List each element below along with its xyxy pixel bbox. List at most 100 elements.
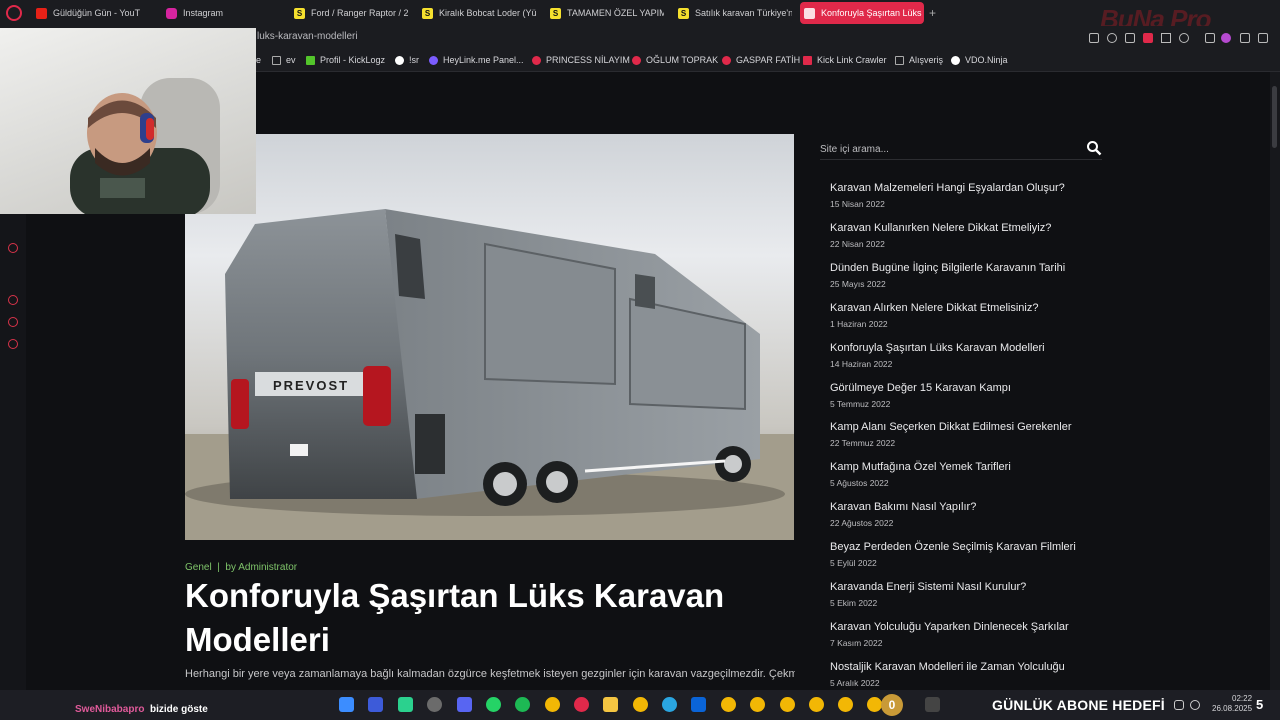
tab-label: Satılık karavan Türkiye'ni — [695, 8, 792, 18]
search-input[interactable] — [820, 140, 1080, 158]
recent-post-item[interactable]: Kamp Alanı Seçerken Dikkat Edilmesi Gere… — [830, 421, 1130, 448]
post-date: 22 Temmuz 2022 — [830, 438, 896, 448]
network-icon[interactable] — [1174, 700, 1184, 710]
sidebar-extensions-icon[interactable] — [8, 317, 18, 327]
kick-icon — [306, 55, 315, 65]
tab-bobcat[interactable]: S Kiralık Bobcat Loder (Yük — [418, 2, 536, 24]
opera-icon[interactable] — [574, 697, 589, 712]
terminal-icon[interactable] — [925, 697, 940, 712]
new-tab-button[interactable]: + — [929, 6, 936, 20]
chrome-icon[interactable] — [809, 697, 824, 712]
bookmark-gaspar[interactable]: GASPAR FATİH — [722, 55, 800, 65]
post-title[interactable]: Nostaljik Karavan Modelleri ile Zaman Yo… — [830, 661, 1130, 673]
post-title[interactable]: Karavan Bakımı Nasıl Yapılır? — [830, 501, 1130, 513]
player-icon[interactable] — [1161, 33, 1171, 43]
post-title[interactable]: Dünden Bugüne İlginç Bilgilerle Karavanı… — [830, 262, 1130, 274]
sahibinden-icon: S — [294, 7, 305, 19]
volume-icon[interactable] — [1190, 700, 1200, 710]
recent-post-item[interactable]: Dünden Bugüne İlginç Bilgilerle Karavanı… — [830, 262, 1130, 289]
heart-icon[interactable] — [1179, 33, 1189, 43]
bookmark-alisveris[interactable]: Alışveriş — [895, 55, 943, 65]
scrollbar-thumb[interactable] — [1272, 86, 1277, 148]
post-title[interactable]: Karavanda Enerji Sistemi Nasıl Kurulur? — [830, 581, 1130, 593]
post-title[interactable]: Beyaz Perdeden Özenle Seçilmiş Karavan F… — [830, 541, 1130, 553]
discord-icon[interactable] — [457, 697, 472, 712]
recent-post-item[interactable]: Konforuyla Şaşırtan Lüks Karavan Modelle… — [830, 342, 1130, 369]
recent-post-item[interactable]: Beyaz Perdeden Özenle Seçilmiş Karavan F… — [830, 541, 1130, 568]
recent-post-item[interactable]: Karavan Yolculuğu Yaparken Dinlenecek Şa… — [830, 621, 1130, 648]
tab-instagram[interactable]: Instagram — [162, 2, 272, 24]
taskbar-app-icon[interactable] — [427, 697, 442, 712]
profile-avatar[interactable] — [1221, 33, 1231, 43]
bookmark-princess[interactable]: PRINCESS NİLAYIM — [532, 55, 630, 65]
tab-ozel-yapim[interactable]: S TAMAMEN ÖZEL YAPIM K — [546, 2, 664, 24]
bookmark-label: ev — [286, 55, 296, 65]
category-link[interactable]: Genel — [185, 562, 212, 573]
chrome-icon[interactable] — [867, 697, 882, 712]
taskbar-app-icon[interactable] — [398, 697, 413, 712]
tab-youtube[interactable]: Güldüğün Gün - YouT — [32, 2, 152, 24]
tab-active-karavan[interactable]: Konforuyla Şaşırtan Lüks — [800, 2, 924, 24]
chrome-icon[interactable] — [633, 697, 648, 712]
pocket-icon[interactable] — [1143, 33, 1153, 43]
recent-post-item[interactable]: Nostaljik Karavan Modelleri ile Zaman Yo… — [830, 661, 1130, 688]
url-text[interactable]: luks-karavan-modelleri — [257, 31, 358, 42]
bookmark-ev[interactable]: ev — [272, 55, 296, 65]
recent-post-item[interactable]: Karavan Bakımı Nasıl Yapılır? 22 Ağustos … — [830, 501, 1130, 528]
recent-post-item[interactable]: Görülmeye Değer 15 Karavan Kampı 5 Temmuz… — [830, 382, 1130, 409]
bookmark-oglum[interactable]: OĞLUM TOPRAK — [632, 55, 718, 65]
page-scrollbar[interactable] — [1270, 72, 1280, 690]
post-title[interactable]: Konforuyla Şaşırtan Lüks Karavan Modelle… — [830, 342, 1130, 354]
bookmark-e[interactable]: e — [256, 55, 261, 65]
post-title[interactable]: Karavan Yolculuğu Yaparken Dinlenecek Şa… — [830, 621, 1130, 633]
search-button[interactable] — [1086, 140, 1102, 156]
taskbar-app-icon[interactable] — [368, 697, 383, 712]
bookmark-heylink[interactable]: HeyLink.me Panel... — [429, 55, 524, 65]
bookmark-kicklogz[interactable]: Profil - KickLogz — [306, 55, 385, 65]
sidebar-messenger-icon[interactable] — [8, 243, 18, 253]
post-title[interactable]: Karavan Malzemeleri Hangi Eşyalardan Olu… — [830, 182, 1130, 194]
author-link[interactable]: by Administrator — [225, 562, 297, 573]
chrome-icon[interactable] — [780, 697, 795, 712]
recent-post-item[interactable]: Karavanda Enerji Sistemi Nasıl Kurulur? 5… — [830, 581, 1130, 608]
post-title[interactable]: Karavan Alırken Nelere Dikkat Etmelisini… — [830, 302, 1130, 314]
post-title[interactable]: Görülmeye Değer 15 Karavan Kampı — [830, 382, 1130, 394]
bookmark-sr[interactable]: !sr — [395, 55, 419, 65]
recent-post-item[interactable]: Karavan Alırken Nelere Dikkat Etmelisini… — [830, 302, 1130, 329]
spotify-icon[interactable] — [515, 697, 530, 712]
bookmark-label: Alışveriş — [909, 55, 944, 65]
extensions-icon[interactable] — [1205, 33, 1215, 43]
bookmark-vdo-ninja[interactable]: VDO.Ninja — [951, 55, 1008, 65]
whatsapp-icon[interactable] — [486, 697, 501, 712]
post-title[interactable]: Karavan Kullanırken Nelere Dikkat Etmeli… — [830, 222, 1130, 234]
recent-post-item[interactable]: Kamp Mutfağına Özel Yemek Tarifleri 5 Ağu… — [830, 461, 1130, 488]
settings-icon[interactable] — [1107, 33, 1117, 43]
outlook-icon[interactable] — [691, 697, 706, 712]
windows-start-icon[interactable] — [339, 697, 354, 712]
bookmark-kick-crawler[interactable]: Kick Link Crawler — [803, 55, 887, 65]
snapshot-icon[interactable] — [1125, 33, 1135, 43]
system-clock[interactable]: 02:22 26.08.2025 — [1212, 694, 1252, 714]
menu-icon[interactable] — [1258, 33, 1268, 43]
chrome-icon[interactable] — [838, 697, 853, 712]
sidebar-toggle-icon[interactable] — [1089, 33, 1099, 43]
sidebar-settings-icon[interactable] — [8, 339, 18, 349]
telegram-icon[interactable] — [662, 697, 677, 712]
file-explorer-icon[interactable] — [603, 697, 618, 712]
post-title[interactable]: Kamp Mutfağına Özel Yemek Tarifleri — [830, 461, 1130, 473]
tab-ford-ranger[interactable]: S Ford / Ranger Raptor / 2.0 — [290, 2, 408, 24]
tab-satilik-karavan[interactable]: S Satılık karavan Türkiye'ni — [674, 2, 792, 24]
clock-date: 26.08.2025 — [1212, 704, 1253, 713]
post-title[interactable]: Kamp Alanı Seçerken Dikkat Edilmesi Gere… — [830, 421, 1130, 433]
recent-post-item[interactable]: Karavan Malzemeleri Hangi Eşyalardan Olu… — [830, 182, 1130, 209]
chrome-icon[interactable] — [750, 697, 765, 712]
chrome-icon[interactable] — [721, 697, 736, 712]
sidebar-history-icon[interactable] — [8, 295, 18, 305]
bookmark-icon — [722, 55, 731, 65]
notification-badge[interactable]: 5 — [1256, 697, 1263, 712]
download-icon[interactable] — [1240, 33, 1250, 43]
chrome-icon[interactable] — [545, 697, 560, 712]
post-date: 15 Nisan 2022 — [830, 199, 885, 209]
opera-logo-icon[interactable] — [6, 5, 22, 21]
recent-post-item[interactable]: Karavan Kullanırken Nelere Dikkat Etmeli… — [830, 222, 1130, 249]
